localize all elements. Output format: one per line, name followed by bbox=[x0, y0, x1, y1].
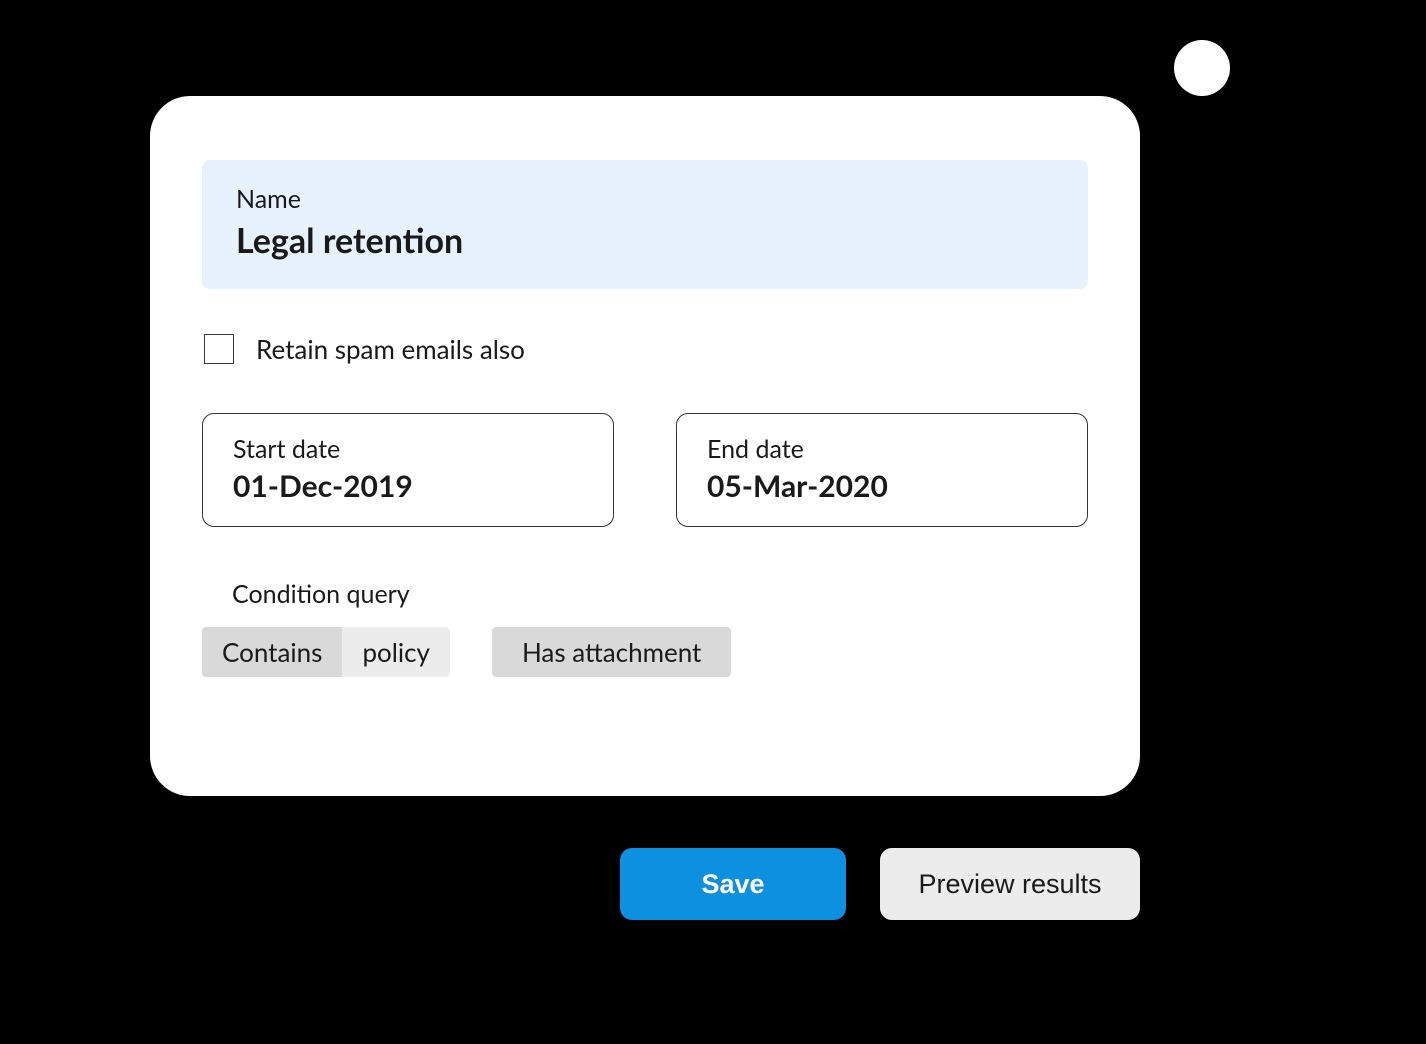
end-date-label: End date bbox=[707, 434, 1057, 464]
chip-operator: Contains bbox=[202, 627, 342, 677]
preview-results-button[interactable]: Preview results bbox=[880, 848, 1140, 920]
condition-chips: Contains policy Has attachment bbox=[202, 627, 1088, 677]
condition-chip-attachment[interactable]: Has attachment bbox=[492, 627, 731, 677]
start-date-field[interactable]: Start date 01-Dec-2019 bbox=[202, 413, 614, 527]
condition-heading: Condition query bbox=[232, 579, 1088, 609]
name-value: Legal retention bbox=[236, 220, 1054, 261]
date-row: Start date 01-Dec-2019 End date 05-Mar-2… bbox=[202, 413, 1088, 527]
corner-dot bbox=[1174, 40, 1230, 96]
name-field[interactable]: Name Legal retention bbox=[202, 160, 1088, 289]
condition-chip-contains[interactable]: Contains policy bbox=[202, 627, 450, 677]
retain-spam-checkbox[interactable] bbox=[204, 334, 234, 364]
start-date-label: Start date bbox=[233, 434, 583, 464]
start-date-value: 01-Dec-2019 bbox=[233, 468, 583, 504]
end-date-field[interactable]: End date 05-Mar-2020 bbox=[676, 413, 1088, 527]
end-date-value: 05-Mar-2020 bbox=[707, 468, 1057, 504]
action-row: Save Preview results bbox=[620, 848, 1140, 920]
name-label: Name bbox=[236, 184, 1054, 214]
retain-spam-row: Retain spam emails also bbox=[204, 333, 1088, 365]
save-button[interactable]: Save bbox=[620, 848, 846, 920]
chip-value: policy bbox=[342, 627, 450, 677]
chip-label: Has attachment bbox=[522, 636, 701, 668]
retention-form-card: Name Legal retention Retain spam emails … bbox=[150, 96, 1140, 796]
condition-section: Condition query Contains policy Has atta… bbox=[232, 579, 1088, 677]
retain-spam-label: Retain spam emails also bbox=[256, 333, 525, 365]
